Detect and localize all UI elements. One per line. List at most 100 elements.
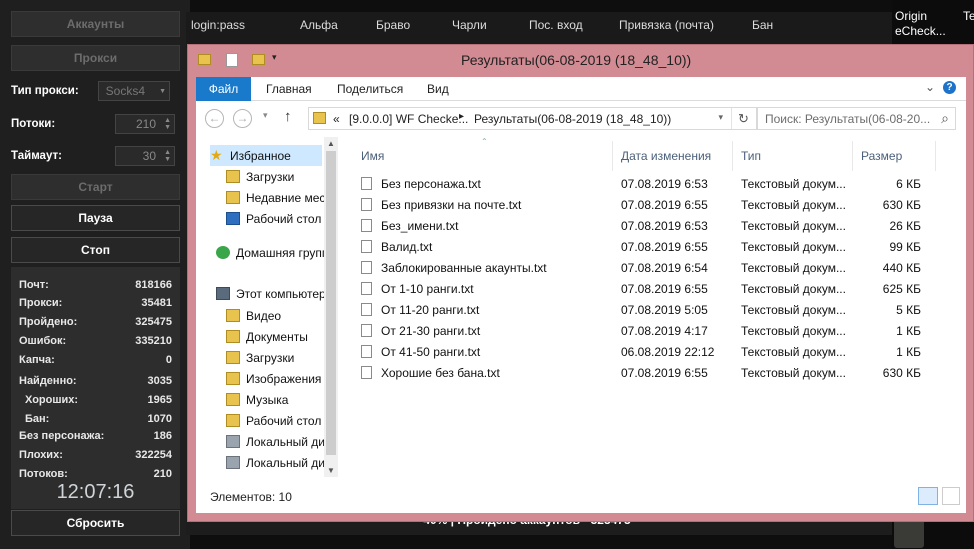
nav-scrollbar[interactable]: ▲ ▼	[324, 137, 338, 477]
file-row[interactable]: Хорошие без бана.txt 07.08.2019 6:55 Текст…	[361, 362, 921, 383]
ribbon-expand-icon[interactable]: ⌄	[925, 80, 935, 94]
nav-item-drive-c[interactable]: Локальный диск (C:)	[226, 431, 324, 452]
column-divider[interactable]	[732, 141, 733, 171]
nav-item-downloads[interactable]: Загрузки	[226, 166, 324, 187]
column-header[interactable]: Пос. вход	[529, 18, 583, 32]
stat-label: Плохих:	[19, 449, 63, 461]
tab-share[interactable]: Поделиться	[337, 82, 403, 96]
video-folder-icon	[226, 309, 240, 322]
help-icon[interactable]: ?	[943, 81, 956, 94]
text-file-icon	[361, 219, 372, 232]
file-row[interactable]: Без_имени.txt 07.08.2019 6:53 Текстовый до…	[361, 215, 921, 236]
stat-row: Прокси: 35481	[19, 297, 172, 309]
stat-row: Плохих: 322254	[19, 449, 172, 461]
proxy-button[interactable]: Прокси	[11, 45, 180, 71]
file-row[interactable]: Заблокированные акаунты.txt 07.08.2019 6:…	[361, 257, 921, 278]
new-folder-icon[interactable]	[252, 54, 265, 65]
stepper-arrows-icon[interactable]: ▲ ▼	[164, 149, 171, 163]
properties-icon[interactable]	[226, 53, 238, 67]
up-icon[interactable]: ↑	[284, 108, 292, 125]
stat-label: Ошибок:	[19, 335, 67, 347]
stepper-arrows-icon[interactable]: ▲ ▼	[164, 117, 171, 131]
nav-item-desktop-pc[interactable]: Рабочий стол	[226, 410, 324, 431]
column-divider[interactable]	[852, 141, 853, 171]
search-placeholder: Поиск: Результаты(06-08-20...	[765, 112, 931, 126]
timeout-stepper[interactable]: 30 ▲ ▼	[115, 146, 175, 166]
stat-value: 335210	[135, 335, 172, 347]
file-size: 99 КБ	[889, 240, 921, 254]
tab-file[interactable]: Файл	[196, 77, 251, 101]
column-divider[interactable]	[935, 141, 936, 171]
back-icon[interactable]: ←	[205, 109, 224, 128]
address-dropdown-icon[interactable]: ▾	[718, 112, 723, 123]
file-type: Текстовый докум...	[741, 282, 846, 296]
column-header[interactable]: Бан	[752, 18, 773, 32]
tab-view[interactable]: Вид	[427, 82, 449, 96]
file-row[interactable]: От 41-50 ранги.txt 06.08.2019 22:12 Тексто…	[361, 341, 921, 362]
text-file-icon	[361, 177, 372, 190]
nav-item-downloads-pc[interactable]: Загрузки	[226, 347, 324, 368]
file-row[interactable]: Без привязки на почте.txt 07.08.2019 6:55…	[361, 194, 921, 215]
pause-button[interactable]: Пауза	[11, 205, 180, 231]
breadcrumb-overflow[interactable]: «	[333, 112, 340, 126]
file-row[interactable]: От 11-20 ранги.txt 07.08.2019 5:05 Текстов…	[361, 299, 921, 320]
nav-item-desktop[interactable]: Рабочий стол	[226, 208, 324, 229]
nav-item-pictures[interactable]: Изображения	[226, 368, 324, 389]
large-icons-view-icon[interactable]	[942, 487, 960, 505]
file-row[interactable]: От 21-30 ранги.txt 07.08.2019 4:17 Текстов…	[361, 320, 921, 341]
accounts-button[interactable]: Аккаунты	[11, 11, 180, 37]
nav-item-this-pc[interactable]: Этот компьютер	[216, 283, 324, 304]
search-input[interactable]: Поиск: Результаты(06-08-20... ⌕	[756, 107, 956, 130]
scroll-up-icon[interactable]: ▲	[327, 139, 335, 148]
breadcrumb-separator-icon[interactable]: ▸	[459, 111, 464, 122]
nav-item-music[interactable]: Музыка	[226, 389, 324, 410]
column-header[interactable]: Привязка (почта)	[619, 18, 714, 32]
breadcrumb-item[interactable]: Результаты(06-08-2019 (18_48_10))	[474, 112, 671, 126]
column-header[interactable]: Чарли	[452, 18, 487, 32]
threads-stepper[interactable]: 210 ▲ ▼	[115, 114, 175, 134]
nav-item-drive-d[interactable]: Локальный диск (D:)	[226, 452, 324, 473]
file-row[interactable]: Валид.txt 07.08.2019 6:55 Текстовый докум.…	[361, 236, 921, 257]
address-bar[interactable]: « [9.0.0.0] WF Checke... ▸ Результаты(06…	[308, 107, 758, 130]
nav-item-label: Загрузки	[246, 169, 295, 184]
recent-locations-icon[interactable]: ▾	[263, 110, 268, 121]
column-header-type[interactable]: Тип	[741, 149, 761, 163]
star-icon: ★	[210, 147, 223, 163]
refresh-icon[interactable]: ↻	[731, 108, 755, 129]
column-header-size[interactable]: Размер	[861, 149, 902, 163]
quick-access-dropdown-icon[interactable]: ▾	[272, 52, 277, 63]
breadcrumb-item[interactable]: [9.0.0.0] WF Checke...	[349, 112, 468, 126]
column-header[interactable]: Альфа	[300, 18, 338, 32]
stat-value: 1070	[147, 413, 172, 425]
nav-item-documents[interactable]: Документы	[226, 326, 324, 347]
file-date: 07.08.2019 5:05	[621, 303, 708, 317]
scrollbar-thumb[interactable]	[326, 151, 336, 455]
column-header-name[interactable]: Имя	[361, 149, 384, 163]
details-view-icon[interactable]	[918, 487, 938, 505]
file-row[interactable]: От 1-10 ранги.txt 07.08.2019 6:55 Текстовы…	[361, 278, 921, 299]
nav-item-videos[interactable]: Видео	[226, 305, 324, 326]
tab-home[interactable]: Главная	[266, 82, 312, 96]
column-divider[interactable]	[612, 141, 613, 171]
file-name: Без_имени.txt	[381, 219, 459, 233]
computer-icon	[216, 287, 230, 300]
reset-button[interactable]: Сбросить	[11, 510, 180, 536]
file-size: 625 КБ	[882, 282, 921, 296]
file-type: Текстовый докум...	[741, 345, 846, 359]
file-row[interactable]: Без персонажа.txt 07.08.2019 6:53 Текстовы…	[361, 173, 921, 194]
column-header[interactable]: Браво	[376, 18, 410, 32]
scroll-down-icon[interactable]: ▼	[327, 466, 335, 475]
stat-row: Хороших: 1965	[25, 394, 172, 406]
stop-button[interactable]: Стоп	[11, 237, 180, 263]
column-header-date[interactable]: Дата изменения	[621, 149, 711, 163]
side-label: Te	[963, 9, 974, 23]
search-icon: ⌕	[941, 110, 949, 126]
forward-icon[interactable]: →	[233, 109, 252, 128]
nav-item-favorites[interactable]: ★ Избранное	[210, 145, 322, 166]
column-header[interactable]: login:pass	[191, 18, 245, 32]
proxy-type-select[interactable]: Socks4 ▼	[98, 81, 170, 101]
nav-item-homegroup[interactable]: Домашняя группа	[216, 242, 324, 263]
nav-item-recent[interactable]: Недавние места	[226, 187, 324, 208]
start-button[interactable]: Старт	[11, 174, 180, 200]
explorer-client: Файл Главная Поделиться Вид ⌄ ? ← → ▾ ↑ …	[196, 77, 966, 513]
